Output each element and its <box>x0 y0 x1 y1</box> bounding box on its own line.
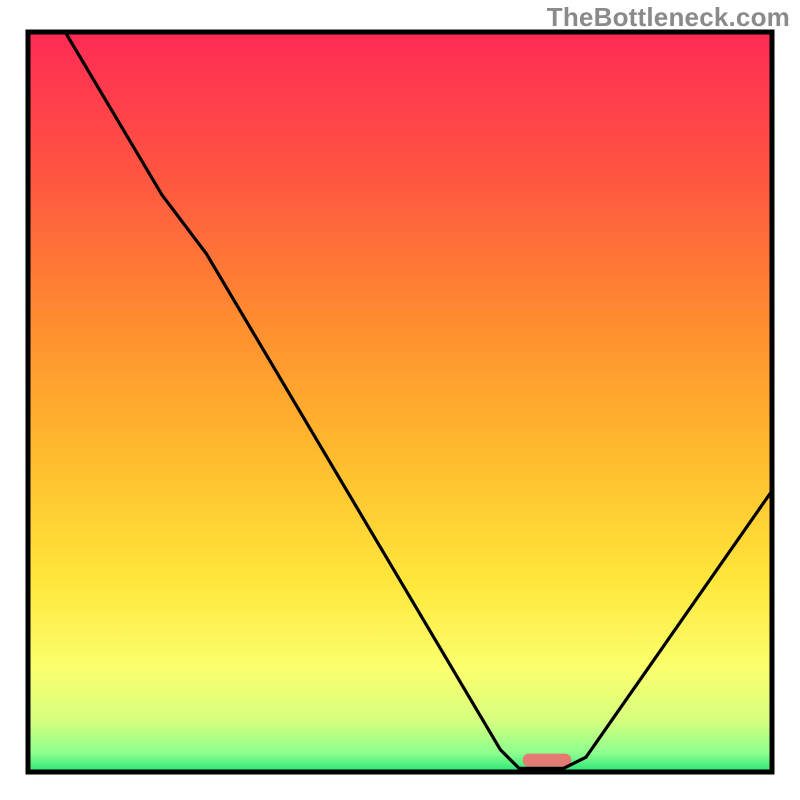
chart-container: TheBottleneck.com <box>0 0 800 800</box>
watermark-label: TheBottleneck.com <box>547 2 790 33</box>
plot-background <box>28 32 772 772</box>
optimal-range-marker <box>523 754 571 767</box>
bottleneck-chart <box>0 0 800 800</box>
